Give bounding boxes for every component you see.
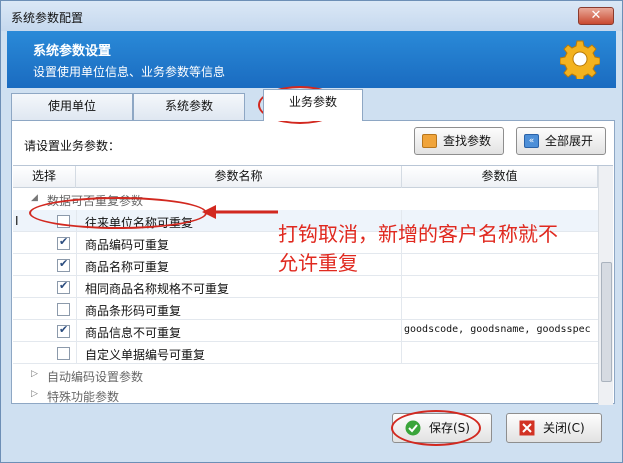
search-icon bbox=[422, 134, 437, 148]
param-name: 自定义单据编号可重复 bbox=[85, 348, 206, 362]
param-name: 相同商品名称规格不可重复 bbox=[85, 282, 230, 296]
param-name: 商品名称可重复 bbox=[85, 260, 170, 274]
param-name: 商品信息不可重复 bbox=[85, 326, 182, 340]
expand-all-button[interactable]: « 全部展开 bbox=[516, 127, 606, 155]
col-param-name[interactable]: 参数名称 bbox=[76, 166, 402, 188]
title-bar: 系统参数配置 ✕ bbox=[1, 1, 622, 31]
group-special-params[interactable]: ▷ 特殊功能参数 bbox=[13, 384, 598, 405]
find-params-button[interactable]: 查找参数 bbox=[414, 127, 504, 155]
table-row[interactable]: 自定义单据编号可重复 bbox=[13, 342, 598, 364]
tab-using-unit[interactable]: 使用单位 bbox=[11, 93, 133, 120]
table-row[interactable]: 商品信息不可重复 goodscode, goodsname, goodsspec bbox=[13, 320, 598, 342]
tab-system-params[interactable]: 系统参数 bbox=[133, 93, 245, 120]
header-banner: 系统参数设置 设置使用单位信息、业务参数等信息 bbox=[7, 31, 616, 88]
col-select[interactable]: 选择 bbox=[13, 166, 76, 188]
collapse-icon[interactable]: ◢ bbox=[31, 193, 38, 203]
checkbox[interactable] bbox=[57, 303, 70, 316]
close-label: 关闭(C) bbox=[543, 421, 585, 435]
param-value[interactable]: goodscode, goodsname, goodsspec bbox=[404, 324, 591, 335]
table-row[interactable]: 相同商品名称规格不可重复 bbox=[13, 276, 598, 298]
annotation-line-2: 允许重复 bbox=[278, 251, 358, 275]
close-window-button[interactable]: ✕ bbox=[578, 7, 614, 25]
annotation-arrow bbox=[202, 205, 278, 219]
checkbox[interactable] bbox=[57, 323, 70, 338]
highlight-oval-save bbox=[391, 410, 481, 446]
find-params-label: 查找参数 bbox=[443, 134, 492, 148]
annotation-line-1: 打钩取消，新增的客户名称就不 bbox=[278, 222, 558, 246]
close-icon bbox=[519, 420, 535, 436]
tab-business-params[interactable]: 业务参数 bbox=[263, 89, 363, 121]
group-label: 自动编码设置参数 bbox=[47, 370, 144, 384]
param-name: 商品编码可重复 bbox=[85, 238, 170, 252]
checkbox[interactable] bbox=[57, 279, 70, 294]
prompt-label: 请设置业务参数： bbox=[24, 139, 121, 153]
expand-all-label: 全部展开 bbox=[545, 134, 594, 148]
group-label: 特殊功能参数 bbox=[47, 390, 120, 404]
tab-strip: 使用单位 系统参数 业务参数 bbox=[11, 89, 615, 121]
checkbox[interactable] bbox=[57, 257, 70, 272]
group-auto-code-params[interactable]: ▷ 自动编码设置参数 bbox=[13, 364, 598, 386]
close-button[interactable]: 关闭(C) bbox=[506, 413, 602, 443]
scrollbar-thumb[interactable] bbox=[601, 262, 612, 382]
header-title: 系统参数设置 bbox=[33, 44, 112, 59]
vertical-scrollbar[interactable] bbox=[598, 166, 613, 405]
highlight-oval-row bbox=[29, 197, 207, 229]
window-title: 系统参数配置 bbox=[11, 11, 84, 25]
header-subtitle: 设置使用单位信息、业务参数等信息 bbox=[33, 65, 226, 79]
row-marker: I bbox=[15, 214, 19, 228]
grid-header: 选择 参数名称 参数值 bbox=[13, 166, 613, 188]
expand-icon: « bbox=[524, 134, 539, 148]
checkbox[interactable] bbox=[57, 347, 70, 360]
col-param-value[interactable]: 参数值 bbox=[402, 166, 598, 188]
table-row[interactable]: 商品条形码可重复 bbox=[13, 298, 598, 320]
gear-icon bbox=[560, 40, 600, 79]
expand-icon[interactable]: ▷ bbox=[31, 389, 38, 399]
param-name: 商品条形码可重复 bbox=[85, 304, 182, 318]
checkbox[interactable] bbox=[57, 235, 70, 250]
expand-icon[interactable]: ▷ bbox=[31, 369, 38, 379]
